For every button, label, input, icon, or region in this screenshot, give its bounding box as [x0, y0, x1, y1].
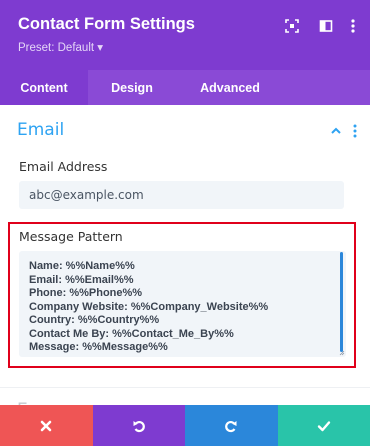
email-address-input[interactable]: abc@example.com [19, 181, 344, 209]
undo-button[interactable] [92, 405, 185, 446]
section-title[interactable]: Email [17, 120, 64, 140]
save-button[interactable] [277, 405, 370, 446]
settings-panel: Contact Form Settings Preset: Default ▾ … [0, 0, 370, 446]
pattern-line: Company Website: %%Company_Website%% [29, 300, 269, 313]
tab-bar: Content Design Advanced [0, 70, 370, 105]
tab-content[interactable]: Content [0, 70, 88, 105]
pattern-line: Message: %%Message%% [29, 341, 168, 353]
undo-icon [133, 420, 145, 432]
pattern-line: Email: %%Email%% [29, 273, 134, 286]
resize-handle-icon[interactable] [339, 350, 345, 356]
chevron-up-icon[interactable] [329, 124, 343, 138]
check-icon [317, 420, 330, 431]
message-pattern-label: Message Pattern [19, 229, 123, 244]
action-footer [0, 405, 370, 446]
pattern-line: Name: %%Name%% [29, 260, 135, 272]
textarea-scrollbar[interactable] [340, 252, 343, 352]
redo-icon [225, 420, 237, 432]
pattern-line: Contact Me By: %%Contact_Me_By%% [29, 327, 234, 340]
redo-button[interactable] [185, 405, 278, 446]
section-more-icon[interactable] [352, 124, 358, 138]
panel-header: Contact Form Settings Preset: Default ▾ [0, 0, 370, 70]
split-view-icon[interactable] [317, 17, 335, 35]
close-icon [40, 420, 52, 431]
expand-icon[interactable] [283, 17, 301, 35]
preset-selector[interactable]: Preset: Default ▾ [18, 40, 103, 54]
tab-design[interactable]: Design [88, 70, 176, 105]
panel-title: Contact Form Settings [18, 15, 195, 33]
pattern-line: Country: %%Country%% [29, 314, 160, 326]
section-divider [0, 387, 370, 388]
discard-button[interactable] [0, 405, 93, 446]
tab-advanced[interactable]: Advanced [176, 70, 284, 105]
message-pattern-textarea[interactable]: Name: %%Name%% Email: %%Email%% Phone: %… [19, 251, 346, 357]
more-options-icon[interactable] [344, 17, 362, 35]
email-address-label: Email Address [19, 159, 108, 174]
pattern-line: Phone: %%Phone%% [29, 287, 143, 299]
